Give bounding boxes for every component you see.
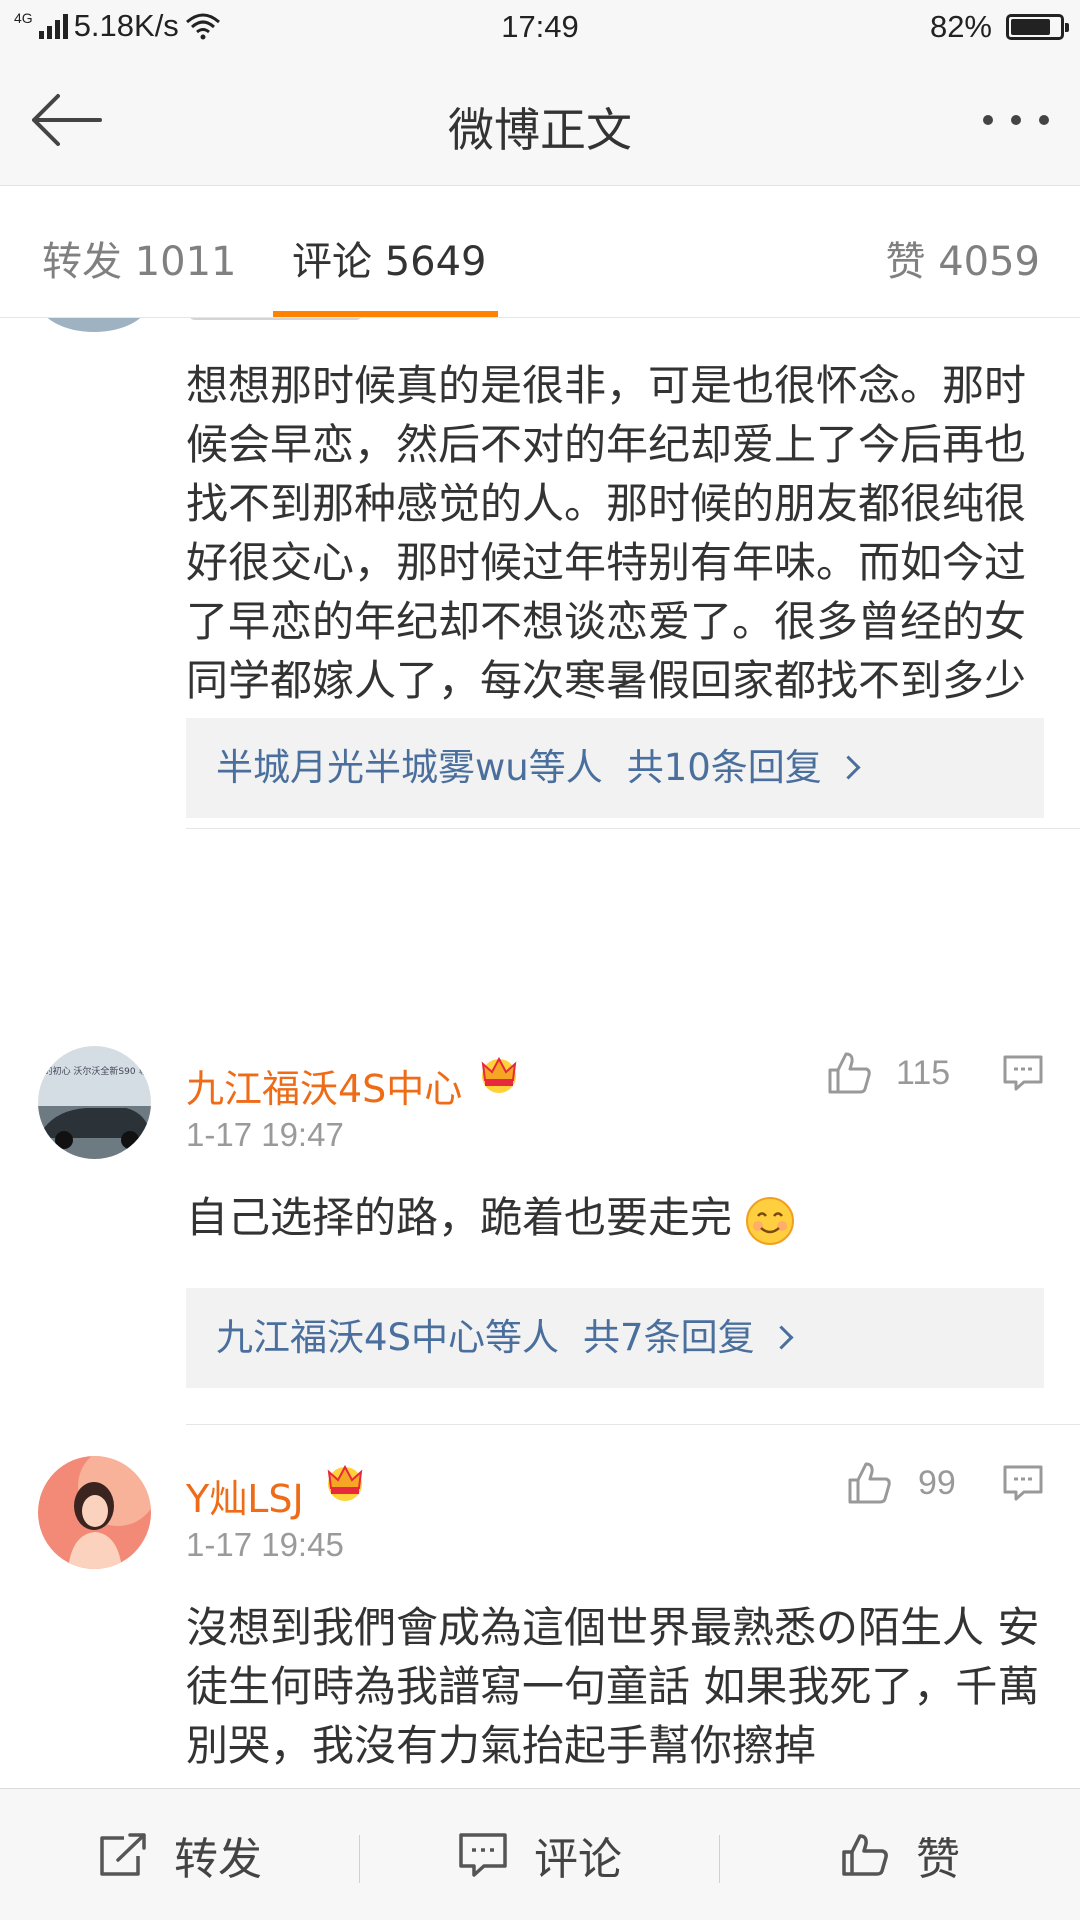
reply-icon[interactable] bbox=[1002, 1464, 1044, 1502]
thumbs-up-icon[interactable] bbox=[846, 1460, 892, 1506]
tab-repost[interactable]: 转发 1011 bbox=[42, 229, 237, 287]
avatar[interactable] bbox=[38, 318, 150, 332]
battery-percent: 82% bbox=[929, 9, 992, 44]
avatar-caption: 创造的初心 沃尔沃全新S90 尊崇问世 bbox=[38, 1065, 151, 1077]
divider bbox=[186, 1424, 1080, 1425]
thumbs-up-icon[interactable] bbox=[826, 1050, 872, 1096]
comment-text: 沒想到我們會成為這個世界最熟悉の陌生人 安徒生何時為我譜寫一句童話 如果我死了，… bbox=[186, 1603, 1040, 1770]
status-bar: 4G 5.18K/s 17:49 82% bbox=[0, 0, 1080, 56]
status-right: 82% bbox=[929, 9, 1069, 45]
tab-comment[interactable]: 评论 5649 bbox=[292, 229, 487, 287]
comment-button[interactable]: 评论 bbox=[360, 1789, 720, 1920]
thumbs-up-icon bbox=[842, 1834, 888, 1876]
reply-icon[interactable] bbox=[1002, 1054, 1044, 1092]
comment-icon bbox=[459, 1833, 507, 1877]
comment-time: 1-17 19:45 bbox=[186, 1526, 344, 1563]
repost-button[interactable]: 转发 bbox=[0, 1789, 360, 1920]
battery-icon bbox=[1006, 14, 1069, 40]
page-title: 微博正文 bbox=[448, 103, 632, 157]
like-label: 赞 bbox=[916, 1834, 960, 1885]
comment-text-content: 想想那时候真的是很非，可是也很怀念。那时候会早恋，然后不对的年纪却爱上了今后再也… bbox=[186, 361, 1027, 764]
comment-label: 评论 bbox=[534, 1834, 622, 1885]
share-icon bbox=[100, 1833, 146, 1876]
reply-summary[interactable]: 半城月光半城雾wu等人 共10条回复 bbox=[186, 718, 1044, 818]
comment-list[interactable]: 想想那时候真的是很非，可是也很怀念。那时候会早恋，然后不对的年纪却爱上了今后再也… bbox=[0, 318, 1080, 1788]
comment-text-content: 自己选择的路，跪着也要走完 bbox=[186, 1193, 733, 1242]
comment-text: 自己选择的路，跪着也要走完 bbox=[186, 1188, 1046, 1247]
reply-summary[interactable]: 九江福沃4S中心等人 共7条回复 bbox=[186, 1288, 1044, 1388]
comment-text: 想想那时候真的是很非，可是也很怀念。那时候会早恋，然后不对的年纪却爱上了今后再也… bbox=[186, 356, 1046, 769]
crown-icon bbox=[327, 1464, 363, 1501]
more-icon[interactable] bbox=[980, 108, 1052, 132]
like-count: 115 bbox=[896, 1054, 951, 1092]
reply-names: 半城月光半城雾wu等人 bbox=[216, 746, 603, 789]
repost-label: 转发 bbox=[174, 1834, 262, 1885]
chevron-right-icon bbox=[769, 1325, 794, 1350]
user-name[interactable]: Y灿LSJ bbox=[186, 1468, 304, 1523]
clock: 17:49 bbox=[501, 9, 579, 44]
comment-time: 1-17 19:47 bbox=[186, 1116, 344, 1153]
divider bbox=[186, 828, 1080, 829]
crown-icon bbox=[481, 1056, 517, 1093]
nav-bar: 微博正文 bbox=[0, 56, 1080, 186]
battery-fill bbox=[1011, 19, 1051, 35]
reply-count: 共7条回复 bbox=[583, 1316, 755, 1359]
tab-like[interactable]: 赞 4059 bbox=[885, 229, 1040, 287]
reply-count: 共10条回复 bbox=[626, 746, 822, 789]
user-name-partial bbox=[188, 318, 363, 320]
tab-indicator bbox=[273, 311, 498, 317]
like-count: 99 bbox=[918, 1464, 956, 1502]
tab-bar: 转发 1011 评论 5649 赞 4059 bbox=[0, 187, 1080, 318]
bottom-action-bar: 转发 评论 赞 bbox=[0, 1788, 1080, 1920]
avatar[interactable] bbox=[38, 1456, 151, 1569]
like-button[interactable]: 赞 bbox=[720, 1789, 1080, 1920]
avatar[interactable]: 创造的初心 沃尔沃全新S90 尊崇问世 bbox=[38, 1046, 151, 1159]
reply-names: 九江福沃4S中心等人 bbox=[216, 1316, 560, 1359]
chevron-right-icon bbox=[836, 755, 861, 780]
user-name[interactable]: 九江福沃4S中心 bbox=[186, 1058, 462, 1113]
smile-emoji-icon bbox=[746, 1196, 795, 1245]
